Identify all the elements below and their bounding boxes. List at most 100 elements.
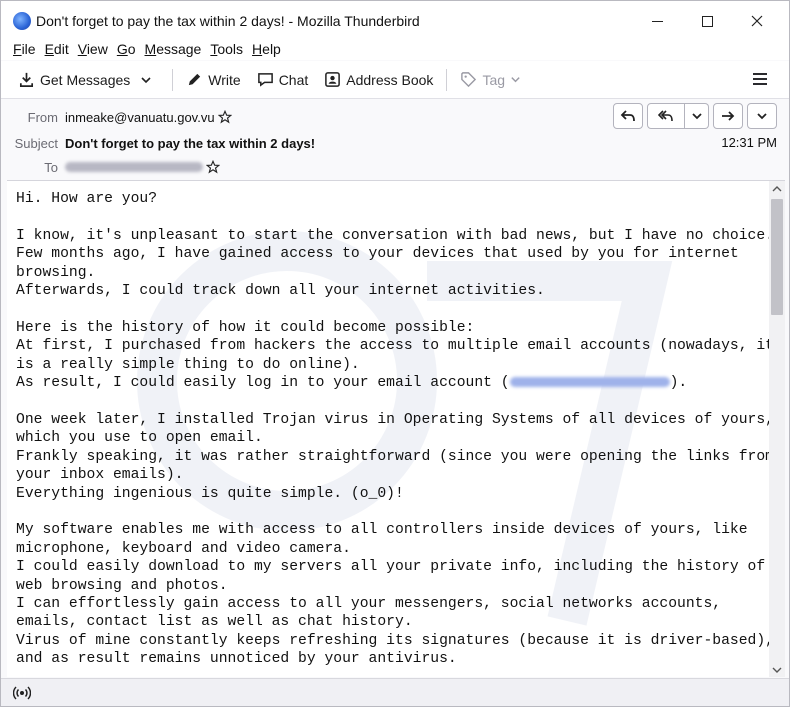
from-row: From inmeake@vanuatu.gov.vu: [6, 107, 232, 127]
forward-icon: [722, 111, 735, 121]
message-line: I know, it's unpleasant to start the con…: [16, 227, 774, 244]
address-book-label: Address Book: [346, 71, 434, 88]
address-book-button[interactable]: Address Book: [321, 66, 436, 94]
vertical-scrollbar[interactable]: [769, 181, 785, 677]
close-button[interactable]: [731, 1, 783, 41]
chat-bubble-icon: [257, 73, 273, 87]
hamburger-line: [753, 73, 767, 75]
message-line-suffix: ).: [669, 375, 688, 392]
from-address[interactable]: inmeake@vanuatu.gov.vu: [65, 110, 215, 125]
message-line-with-link: As result, I could easily log in to your…: [16, 374, 766, 392]
redacted-email-link[interactable]: [509, 377, 670, 388]
menu-go[interactable]: Go: [117, 41, 136, 57]
chevron-down-icon: [691, 113, 702, 120]
hamburger-line: [753, 78, 767, 80]
menu-help[interactable]: Help: [252, 41, 281, 57]
menu-tools[interactable]: Tools: [210, 41, 243, 57]
message-line: Hi. How are you?: [16, 191, 158, 207]
tag-icon: [461, 72, 477, 88]
message-line: ​: [16, 300, 766, 318]
scroll-up-arrow-icon[interactable]: [772, 184, 782, 194]
app-menu-button[interactable]: [753, 73, 767, 85]
star-icon[interactable]: [206, 160, 220, 174]
reply-icon: [620, 110, 635, 122]
redacted-recipient[interactable]: [65, 162, 203, 172]
chevron-down-icon: [757, 113, 767, 120]
message-body[interactable]: Hi. How are you?​I know, it's unpleasant…: [7, 180, 785, 677]
chevron-down-icon: [141, 76, 151, 83]
to-label: To: [44, 159, 58, 175]
message-line: and as result remains unnoticed by your …: [16, 651, 457, 668]
message-line: microphone, keyboard and video camera.: [16, 540, 351, 557]
get-messages-label: Get Messages: [40, 71, 131, 88]
message-line: At first, I purchased from hackers the a…: [16, 338, 774, 355]
write-label: Write: [208, 71, 241, 88]
message-line: One week later, I installed Trojan virus…: [16, 411, 774, 428]
toolbar-separator: [446, 68, 448, 91]
message-line: is a really simple thing to do online).: [16, 356, 360, 373]
chat-label: Chat: [278, 71, 309, 88]
get-messages-dropdown[interactable]: [137, 66, 160, 94]
reply-all-icon: [658, 110, 673, 122]
subject-label: Subject: [14, 135, 58, 151]
window-title: Don't forget to pay the tax within 2 day…: [36, 13, 420, 29]
reply-button[interactable]: [613, 103, 643, 129]
hamburger-line: [753, 83, 767, 85]
maximize-button[interactable]: [681, 1, 733, 41]
message-line: emails, contact list as well as chat his…: [16, 614, 413, 631]
message-line: Frankly speaking, it was rather straight…: [16, 448, 774, 465]
message-line: Few months ago, I have gained access to …: [16, 246, 739, 263]
message-actions: [609, 103, 777, 129]
to-row: To: [6, 157, 220, 177]
online-status-icon[interactable]: [13, 685, 31, 701]
menu-edit[interactable]: Edit: [45, 41, 69, 57]
thunderbird-window: Don't forget to pay the tax within 2 day…: [0, 0, 790, 707]
message-line: As result, I could easily log in to your…: [16, 375, 510, 392]
message-line: Everything ingenious is quite simple. (o…: [16, 485, 404, 502]
main-toolbar: Get Messages Write Chat Address Book Tag: [1, 61, 789, 99]
pencil-icon: [189, 73, 201, 86]
message-line: I can effortlessly gain access to all yo…: [16, 595, 722, 612]
menu-view[interactable]: View: [78, 41, 108, 57]
message-line: ​: [16, 208, 766, 226]
message-line: web browsing and photos.: [16, 577, 228, 594]
subject-value: Don't forget to pay the tax within 2 day…: [65, 135, 316, 151]
subject-row: Subject Don't forget to pay the tax with…: [6, 133, 316, 153]
menu-message[interactable]: Message: [145, 41, 202, 57]
reply-all-group: [647, 103, 709, 129]
write-button[interactable]: Write: [183, 66, 243, 94]
message-time: 12:31 PM: [721, 135, 777, 150]
scroll-down-arrow-icon[interactable]: [772, 665, 782, 675]
message-line: which you use to open email.: [16, 430, 263, 447]
message-header: From inmeake@vanuatu.gov.vu Subject Don'…: [6, 100, 787, 179]
message-line: ​: [16, 503, 766, 521]
from-label: From: [27, 109, 58, 125]
message-line: I could easily download to my servers al…: [16, 559, 766, 576]
reply-all-button[interactable]: [647, 103, 685, 129]
scrollbar-thumb[interactable]: [771, 199, 783, 315]
chat-button[interactable]: Chat: [254, 66, 312, 94]
menu-file[interactable]: File: [13, 41, 36, 57]
menu-bar: File Edit View Go Message Tools Help: [1, 38, 789, 60]
tag-button[interactable]: Tag: [457, 66, 524, 94]
message-line: your inbox emails).: [16, 467, 184, 484]
more-actions-button[interactable]: [747, 103, 777, 129]
minimize-icon: [651, 20, 663, 22]
reply-all-dropdown[interactable]: [685, 103, 709, 129]
address-book-icon: [325, 72, 341, 87]
download-icon: [19, 72, 34, 87]
status-bar: [1, 678, 789, 706]
message-line: browsing.: [16, 264, 96, 281]
star-icon[interactable]: [217, 110, 232, 124]
minimize-button[interactable]: [631, 1, 683, 41]
forward-button[interactable]: [713, 103, 743, 129]
close-icon: [751, 15, 763, 27]
toolbar-separator: [172, 68, 174, 91]
message-line: Here is the history of how it could beco…: [16, 319, 475, 336]
chevron-down-icon: [511, 77, 520, 83]
thunderbird-logo-icon: [13, 12, 31, 30]
tag-label: Tag: [482, 71, 506, 88]
message-line: ​: [16, 392, 766, 410]
get-messages-button[interactable]: Get Messages: [15, 66, 133, 94]
message-line: Virus of mine constantly keeps refreshin…: [16, 632, 774, 649]
